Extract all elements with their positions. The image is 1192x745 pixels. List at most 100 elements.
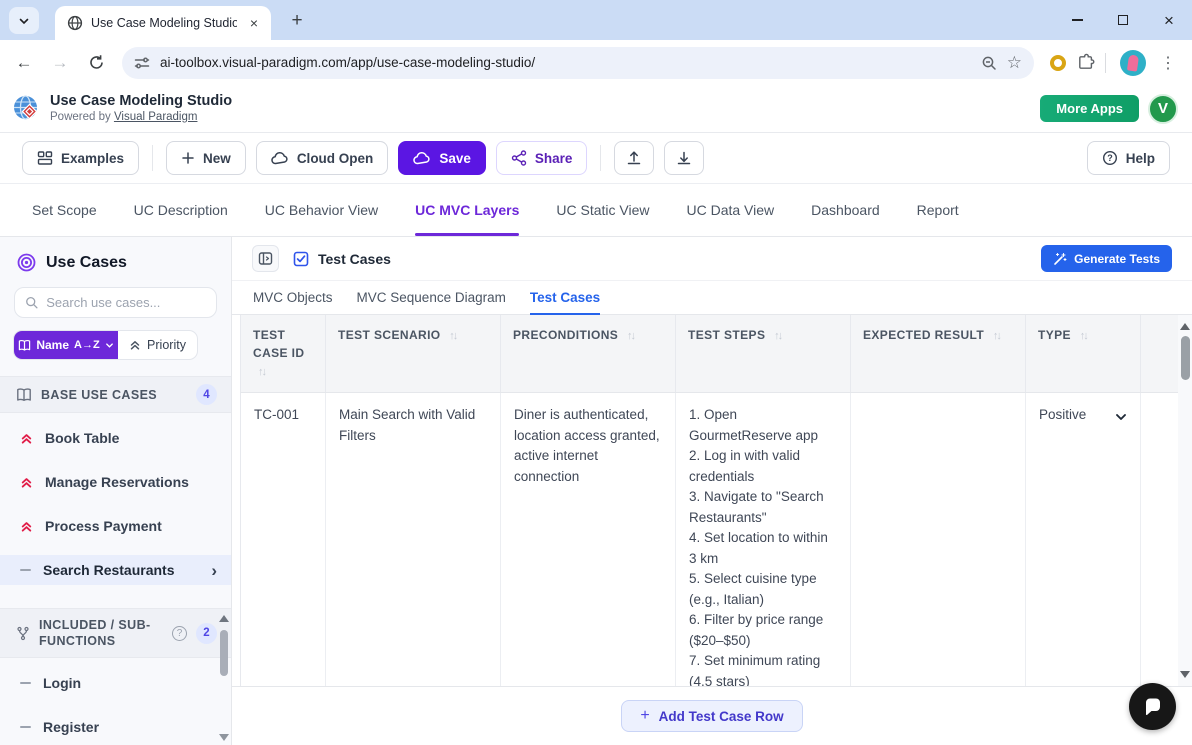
forward-icon: → [52, 53, 69, 73]
minimize-button[interactable] [1054, 0, 1100, 40]
nav-tab-uc-behavior-view[interactable]: UC Behavior View [265, 184, 378, 236]
question-icon[interactable]: ? [172, 626, 187, 641]
subtab-mvc-sequence-diagram[interactable]: MVC Sequence Diagram [357, 281, 506, 314]
profile-avatar[interactable] [1120, 50, 1146, 76]
nav-tab-uc-data-view[interactable]: UC Data View [686, 184, 774, 236]
sort-icon[interactable]: ↑↓ [449, 330, 456, 342]
sort-icon[interactable]: ↑↓ [993, 330, 1000, 342]
sidebar-item-manage-reservations[interactable]: Manage Reservations [0, 467, 231, 497]
scroll-down-icon[interactable] [1180, 671, 1190, 678]
search-icon [25, 295, 38, 310]
plus-icon [181, 151, 195, 165]
column-header-test-case-id[interactable]: TEST CASE ID ↑↓ [241, 315, 326, 392]
sidebar-item-register[interactable]: Register [0, 712, 231, 742]
nav-tab-uc-mvc-layers[interactable]: UC MVC Layers [415, 184, 519, 236]
scroll-up-icon[interactable] [1180, 323, 1190, 330]
search-box [14, 287, 217, 318]
visual-paradigm-link[interactable]: Visual Paradigm [114, 111, 198, 123]
generate-tests-button[interactable]: Generate Tests [1041, 245, 1172, 272]
column-header-test-steps[interactable]: TEST STEPS ↑↓ [676, 315, 851, 392]
column-header-test-scenario[interactable]: TEST SCENARIO ↑↓ [326, 315, 501, 392]
toolbar-divider [152, 145, 153, 171]
subtab-mvc-objects[interactable]: MVC Objects [253, 281, 333, 314]
scroll-up-icon[interactable] [219, 615, 229, 622]
collapse-sidebar-button[interactable] [252, 245, 279, 272]
new-tab-button[interactable]: + [284, 8, 310, 34]
account-avatar[interactable]: V [1148, 94, 1178, 124]
sidebar-item-process-payment[interactable]: Process Payment [0, 511, 231, 541]
table-scrollbar[interactable] [1178, 315, 1192, 686]
reload-icon [88, 54, 105, 71]
close-icon: × [250, 15, 258, 31]
add-test-case-row-button[interactable]: + Add Test Case Row [621, 700, 802, 732]
section-base-use-cases[interactable]: BASE USE CASES 4 [0, 376, 231, 413]
new-button[interactable]: New [166, 141, 246, 175]
cell-expected-result[interactable] [851, 393, 1026, 686]
sort-direction: A→Z [74, 339, 100, 351]
address-bar[interactable]: ai-toolbox.visual-paradigm.com/app/use-c… [122, 47, 1034, 79]
close-window-button[interactable]: × [1146, 0, 1192, 40]
cloud-open-button[interactable]: Cloud Open [256, 141, 389, 175]
save-button[interactable]: Save [398, 141, 486, 175]
nav-tab-uc-static-view[interactable]: UC Static View [556, 184, 649, 236]
sidebar-item-login[interactable]: Login [0, 668, 231, 698]
nav-tab-dashboard[interactable]: Dashboard [811, 184, 880, 236]
examples-button[interactable]: Examples [22, 141, 139, 175]
sort-by-name-button[interactable]: Name A→Z [14, 331, 118, 359]
tab-close-button[interactable]: × [245, 14, 263, 32]
sort-icon[interactable]: ↑↓ [1080, 330, 1087, 342]
column-header-expected-result[interactable]: EXPECTED RESULT ↑↓ [851, 315, 1026, 392]
column-header-type[interactable]: TYPE ↑↓ [1026, 315, 1141, 392]
reload-button[interactable] [80, 47, 112, 79]
more-apps-button[interactable]: More Apps [1040, 95, 1139, 122]
priority-high-icon [20, 432, 33, 445]
help-button[interactable]: ? Help [1087, 141, 1170, 175]
sort-by-priority-button[interactable]: Priority [118, 331, 197, 359]
search-input[interactable] [46, 295, 206, 310]
cell-preconditions[interactable]: Diner is authenticated, location access … [501, 393, 676, 686]
cell-test-steps[interactable]: 1. Open GourmetReserve app 2. Log in wit… [676, 393, 851, 686]
nav-tab-report[interactable]: Report [917, 184, 959, 236]
sidebar-item-search-restaurants[interactable]: Search Restaurants › [0, 555, 231, 585]
share-button[interactable]: Share [496, 141, 588, 175]
sort-icon[interactable]: ↑↓ [627, 330, 634, 342]
panel-header: Test Cases Generate Tests [232, 237, 1192, 281]
scrollbar-thumb[interactable] [220, 630, 228, 676]
subtab-test-cases[interactable]: Test Cases [530, 281, 600, 314]
extensions-puzzle-icon[interactable] [1076, 53, 1095, 72]
tab-title: Use Case Modeling Studio [91, 16, 237, 30]
browser-menu-button[interactable]: ⋮ [1154, 53, 1182, 73]
back-button[interactable]: ← [8, 47, 40, 79]
scroll-down-icon[interactable] [219, 734, 229, 741]
nav-tab-uc-description[interactable]: UC Description [134, 184, 228, 236]
table-row[interactable]: TC-001 Main Search with Valid Filters Di… [240, 393, 1192, 686]
chevron-right-icon: › [211, 562, 217, 579]
extension-icon[interactable] [1050, 55, 1066, 71]
branch-icon [16, 626, 30, 641]
section-included-sub-functions[interactable]: INCLUDED / SUB-FUNCTIONS ? 2 [0, 608, 231, 658]
import-button[interactable] [614, 141, 654, 175]
chat-widget-button[interactable] [1129, 683, 1176, 730]
tab-search-button[interactable] [9, 7, 39, 34]
sidebar-scrollbar[interactable] [218, 609, 230, 741]
bookmark-star-icon[interactable]: ☆ [1007, 53, 1022, 73]
browser-tab[interactable]: Use Case Modeling Studio × [55, 6, 271, 40]
maximize-button[interactable] [1100, 0, 1146, 40]
book-icon [16, 387, 32, 403]
cloud-icon [271, 151, 289, 166]
dots-icon: ⋮ [1160, 55, 1176, 72]
export-button[interactable] [664, 141, 704, 175]
url-text[interactable]: ai-toolbox.visual-paradigm.com/app/use-c… [160, 55, 971, 70]
forward-button[interactable]: → [44, 47, 76, 79]
zoom-indicator-icon[interactable] [981, 55, 997, 71]
cell-actions [1141, 393, 1179, 686]
sort-icon[interactable]: ↑↓ [258, 366, 265, 378]
sidebar-item-book-table[interactable]: Book Table [0, 423, 231, 453]
scrollbar-thumb[interactable] [1181, 336, 1190, 380]
cell-test-scenario[interactable]: Main Search with Valid Filters [326, 393, 501, 686]
nav-tab-set-scope[interactable]: Set Scope [32, 184, 97, 236]
type-select[interactable]: Positive [1026, 393, 1141, 686]
sort-icon[interactable]: ↑↓ [774, 330, 781, 342]
column-header-preconditions[interactable]: PRECONDITIONS ↑↓ [501, 315, 676, 392]
cell-test-case-id[interactable]: TC-001 [241, 393, 326, 686]
